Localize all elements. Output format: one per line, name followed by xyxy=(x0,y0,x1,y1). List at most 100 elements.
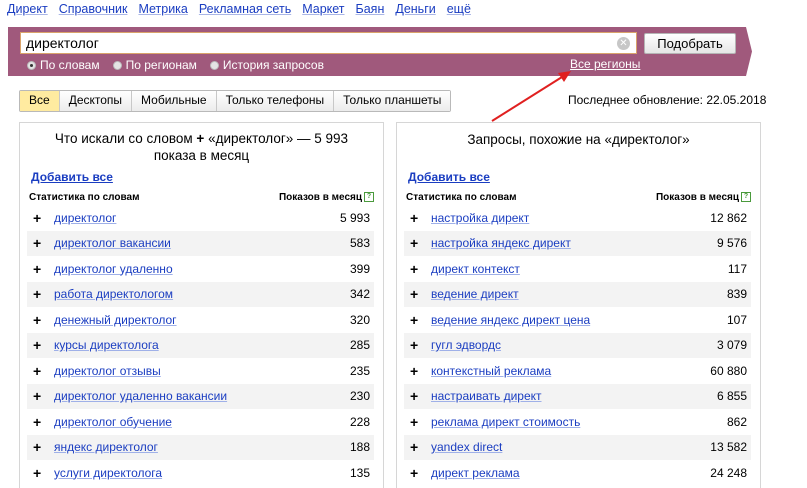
keyword-link[interactable]: директолог удаленно вакансии xyxy=(54,389,300,403)
keyword-link[interactable]: яндекс директолог xyxy=(54,440,300,454)
keyword-link[interactable]: реклама директ стоимость xyxy=(431,415,677,429)
keyword-link[interactable]: настройка директ xyxy=(431,211,677,225)
keyword-row: + денежный директолог 320 xyxy=(27,307,374,332)
nav-link-metrika[interactable]: Метрика xyxy=(138,2,187,16)
last-update-text: Последнее обновление: 22.05.2018 xyxy=(568,93,767,107)
keyword-link[interactable]: ведение яндекс директ цена xyxy=(431,313,677,327)
keyword-link[interactable]: директ реклама xyxy=(431,466,677,480)
keyword-row: + директолог обучение 228 xyxy=(27,409,374,434)
impressions-count: 13 582 xyxy=(710,440,747,454)
help-icon[interactable]: ? xyxy=(364,192,374,203)
keyword-link[interactable]: настройка яндекс директ xyxy=(431,236,677,250)
keyword-link[interactable]: контекстный реклама xyxy=(431,364,677,378)
plus-icon[interactable]: + xyxy=(410,466,421,480)
plus-icon[interactable]: + xyxy=(33,287,44,301)
plus-icon[interactable]: + xyxy=(410,440,421,454)
keyword-link[interactable]: директ контекст xyxy=(431,262,677,276)
all-regions-link[interactable]: Все регионы xyxy=(570,57,640,71)
plus-icon[interactable]: + xyxy=(410,313,421,327)
keyword-row: + настраивать директ 6 855 xyxy=(404,383,751,409)
nav-link-more[interactable]: ещё xyxy=(447,2,471,16)
impressions-count: 342 xyxy=(349,287,370,301)
column-header-shows: Показов в месяц? xyxy=(279,192,374,203)
plus-icon[interactable]: + xyxy=(33,338,44,352)
keyword-link[interactable]: директолог отзывы xyxy=(54,364,300,378)
keyword-link[interactable]: работа директологом xyxy=(54,287,300,301)
impressions-count: 188 xyxy=(349,440,370,454)
keyword-link[interactable]: ведение директ xyxy=(431,287,677,301)
mode-by-regions[interactable]: По регионам xyxy=(112,58,197,72)
nav-link-bayan[interactable]: Баян xyxy=(356,2,385,16)
help-icon[interactable]: ? xyxy=(741,192,751,203)
impressions-count: 320 xyxy=(349,312,370,327)
keyword-link[interactable]: директолог обучение xyxy=(54,415,300,429)
plus-icon[interactable]: + xyxy=(33,313,44,327)
keyword-row: + настройка яндекс директ 9 576 xyxy=(404,230,751,256)
keyword-row: + настройка директ 12 862 xyxy=(404,205,751,230)
right-panel-title: Запросы, похожие на «директолог» xyxy=(467,132,690,147)
keyword-row: + курсы директолога 285 xyxy=(27,332,374,358)
column-header-shows: Показов в месяц? xyxy=(656,192,751,203)
keyword-row: + yandex direct 13 582 xyxy=(404,434,751,460)
plus-icon[interactable]: + xyxy=(33,211,44,225)
plus-icon[interactable]: + xyxy=(33,364,44,378)
plus-icon[interactable]: + xyxy=(410,236,421,250)
impressions-count: 230 xyxy=(349,389,370,403)
plus-icon[interactable]: + xyxy=(33,236,44,250)
nav-link-market[interactable]: Маркет xyxy=(302,2,344,16)
plus-icon[interactable]: + xyxy=(410,364,421,378)
tab-mobile[interactable]: Мобильные xyxy=(132,91,217,111)
plus-icon[interactable]: + xyxy=(410,415,421,429)
tab-desktops[interactable]: Десктопы xyxy=(59,91,133,111)
nav-link-direct[interactable]: Директ xyxy=(7,2,48,16)
title-text: «директолог» — 5 993 xyxy=(208,131,349,146)
plus-icon[interactable]: + xyxy=(33,415,44,429)
keyword-link[interactable]: денежный директолог xyxy=(54,313,300,327)
radio-icon xyxy=(27,60,36,70)
keyword-link[interactable]: услуги директолога xyxy=(54,466,300,480)
plus-icon[interactable]: + xyxy=(410,262,421,276)
plus-icon[interactable]: + xyxy=(33,440,44,454)
pick-button[interactable]: Подобрать xyxy=(644,33,736,54)
search-mode-group: По словам По регионам История запросов xyxy=(27,57,337,73)
radio-icon xyxy=(209,60,219,70)
impressions-count: 12 862 xyxy=(710,210,747,225)
keyword-link[interactable]: гугл эдвордс xyxy=(431,338,677,352)
keyword-row: + работа директологом 342 xyxy=(27,281,374,307)
plus-icon[interactable]: + xyxy=(410,211,421,225)
impressions-count: 3 079 xyxy=(716,338,747,352)
plus-icon[interactable]: + xyxy=(410,287,421,301)
keyword-link[interactable]: курсы директолога xyxy=(54,338,300,352)
nav-link-money[interactable]: Деньги xyxy=(395,2,435,16)
impressions-count: 9 576 xyxy=(716,236,747,250)
mode-by-words[interactable]: По словам xyxy=(27,58,100,72)
keyword-row: + ведение яндекс директ цена 107 xyxy=(404,307,751,332)
keyword-link[interactable]: yandex direct xyxy=(431,440,677,454)
device-tabs: Все Десктопы Мобильные Только телефоны Т… xyxy=(19,90,452,112)
nav-link-help[interactable]: Справочник xyxy=(59,2,128,16)
wordstat-page: Директ Справочник Метрика Рекламная сеть… xyxy=(0,0,807,488)
plus-icon[interactable]: + xyxy=(410,338,421,352)
keyword-row: + директ реклама 24 248 xyxy=(404,460,751,485)
nav-link-ad-network[interactable]: Рекламная сеть xyxy=(199,2,291,16)
plus-icon[interactable]: + xyxy=(33,262,44,276)
tab-all[interactable]: Все xyxy=(20,91,60,111)
keyword-row: + яндекс директолог 188 xyxy=(27,434,374,460)
plus-icon[interactable]: + xyxy=(33,466,44,480)
plus-icon[interactable]: + xyxy=(33,389,44,403)
mode-label: История запросов xyxy=(222,58,324,72)
tab-phones-only[interactable]: Только телефоны xyxy=(216,91,335,111)
plus-icon: + xyxy=(196,131,205,146)
add-all-link[interactable]: Добавить все xyxy=(31,170,113,184)
mode-history[interactable]: История запросов xyxy=(209,58,324,72)
clear-icon[interactable]: ✕ xyxy=(617,37,630,50)
keyword-link[interactable]: директолог удаленно xyxy=(54,262,300,276)
keyword-link[interactable]: директолог xyxy=(54,211,300,225)
tab-tablets-only[interactable]: Только планшеты xyxy=(334,91,451,111)
keyword-link[interactable]: настраивать директ xyxy=(431,389,677,403)
column-header-label: Показов в месяц xyxy=(655,192,739,203)
keyword-link[interactable]: директолог вакансии xyxy=(54,236,300,250)
add-all-link[interactable]: Добавить все xyxy=(408,170,490,184)
search-input[interactable] xyxy=(21,33,616,53)
plus-icon[interactable]: + xyxy=(410,389,421,403)
